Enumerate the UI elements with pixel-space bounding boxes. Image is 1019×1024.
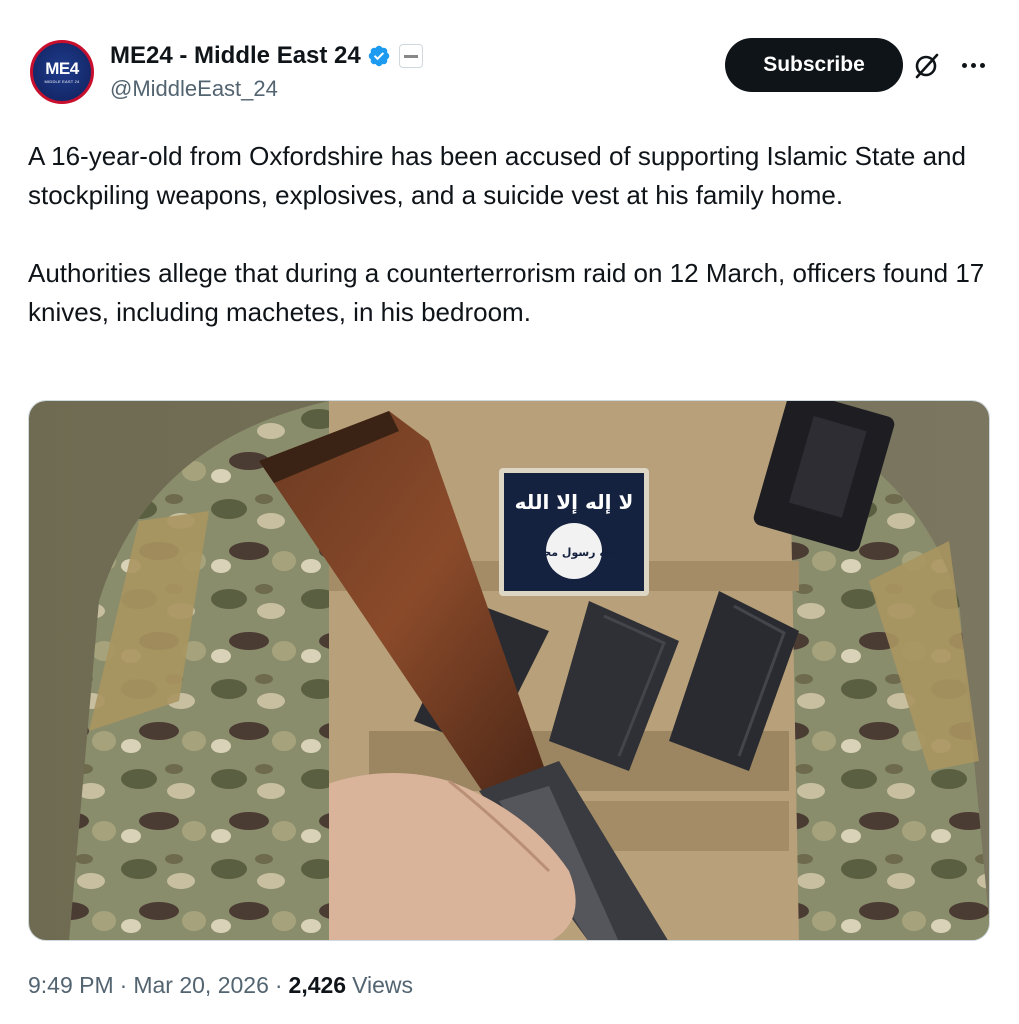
- tweet-photo[interactable]: لا إله إلا الله الله رسول محمد: [28, 400, 990, 941]
- tweet-meta: 9:49 PM · Mar 20, 2026 · 2,426 Views: [28, 972, 413, 999]
- tweet-paragraph-2: Authorities allege that during a counter…: [28, 258, 985, 327]
- patch-text-top: لا إله إلا الله: [515, 490, 634, 514]
- more-icon[interactable]: [958, 50, 988, 80]
- tweet-header: ME4 MIDDLE EAST 24 ME24 - Middle East 24…: [30, 38, 990, 108]
- patch-text-circle: الله رسول محمد: [530, 546, 619, 559]
- tweet-text: A 16-year-old from Oxfordshire has been …: [28, 137, 988, 332]
- separator-dot: ·: [274, 972, 283, 998]
- affiliate-badge-icon[interactable]: [398, 44, 423, 68]
- avatar-logo-text: ME4: [45, 59, 79, 78]
- tweet-paragraph-1: A 16-year-old from Oxfordshire has been …: [28, 141, 966, 210]
- grok-icon[interactable]: [912, 52, 940, 80]
- tweet-date[interactable]: Mar 20, 2026: [133, 972, 269, 999]
- avatar-logo-subtext: MIDDLE EAST 24: [44, 79, 80, 84]
- subscribe-button[interactable]: Subscribe: [725, 38, 903, 92]
- tweet-time[interactable]: 9:49 PM: [28, 972, 114, 999]
- name-row: ME24 - Middle East 24: [110, 40, 423, 72]
- views-count: 2,426: [288, 972, 347, 998]
- separator-dot: ·: [119, 972, 128, 998]
- avatar[interactable]: ME4 MIDDLE EAST 24: [30, 40, 94, 104]
- handle[interactable]: @MiddleEast_24: [110, 76, 278, 102]
- photo-illustration: لا إله إلا الله الله رسول محمد: [29, 401, 989, 940]
- views-label: Views: [352, 972, 414, 998]
- verified-badge-icon[interactable]: [367, 44, 391, 68]
- display-name[interactable]: ME24 - Middle East 24: [110, 42, 361, 70]
